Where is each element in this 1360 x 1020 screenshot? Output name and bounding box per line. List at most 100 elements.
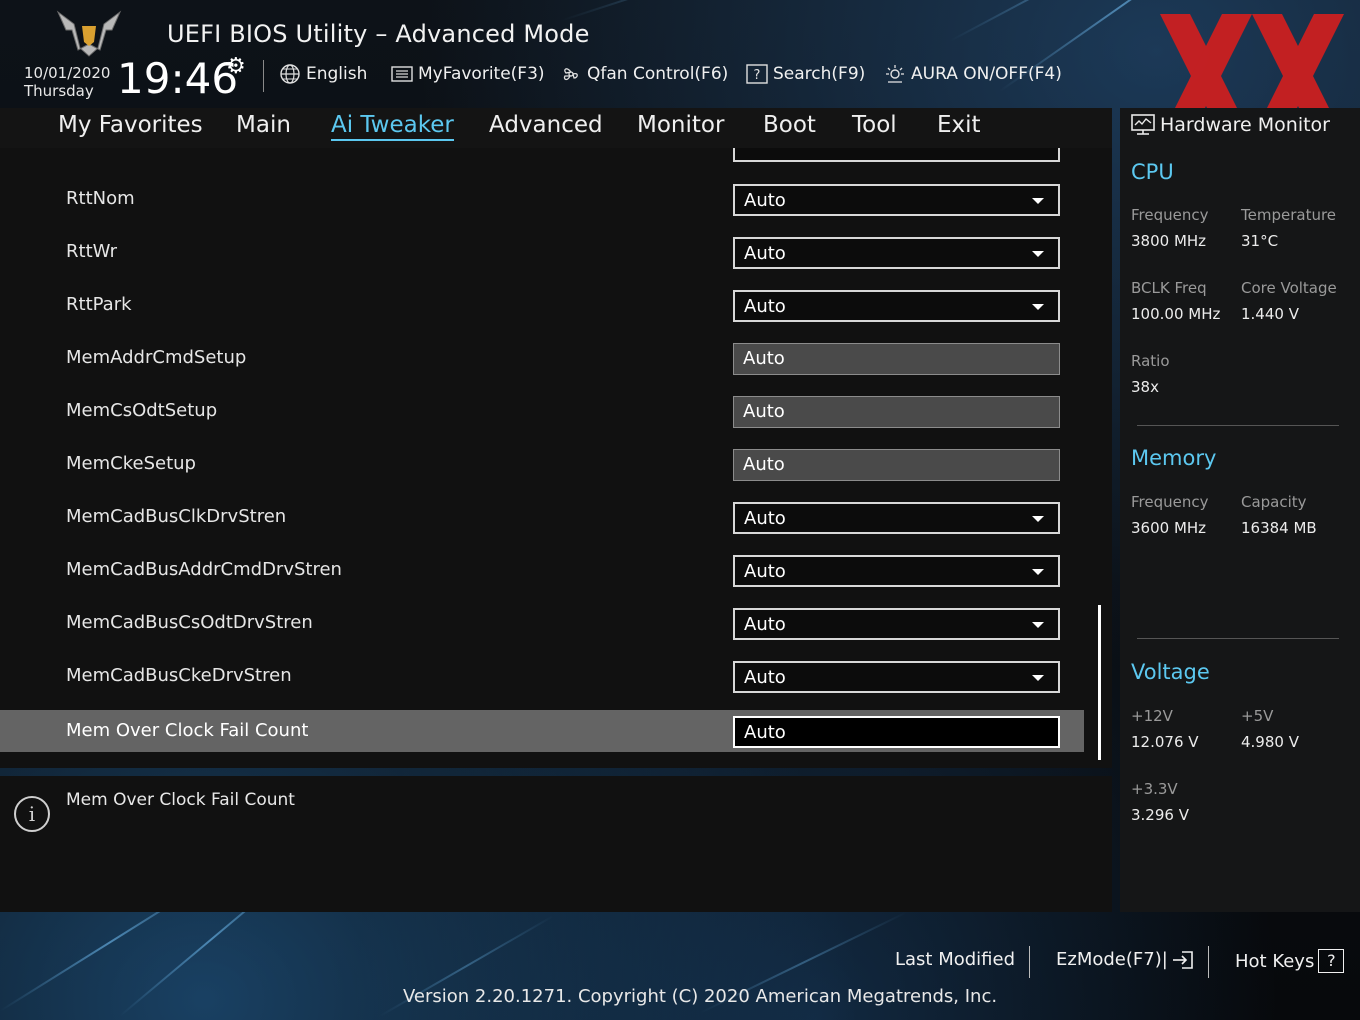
tab-exit[interactable]: Exit xyxy=(937,112,981,138)
day-text: Thursday xyxy=(24,82,94,100)
setting-row-memaddrcmdsetup[interactable]: MemAddrCmdSetup Auto xyxy=(0,337,1084,379)
v33-value: 3.296 V xyxy=(1131,806,1189,824)
v33-label: +3.3V xyxy=(1131,780,1178,798)
hotkeys-button[interactable]: Hot Keys ? xyxy=(1235,949,1345,973)
dropdown-rttwr[interactable]: Auto xyxy=(733,237,1060,269)
tab-my-favorites[interactable]: My Favorites xyxy=(58,112,203,138)
cpu-temperature-value: 31°C xyxy=(1241,232,1279,250)
dropdown-memcadbusclkdrvstren[interactable]: Auto xyxy=(733,502,1060,534)
setting-row-memcadbusaddrcmddrvstren[interactable]: MemCadBusAddrCmdDrvStren Auto xyxy=(0,549,1084,591)
language-label: English xyxy=(306,64,368,84)
qfan-button[interactable]: Qfan Control(F6) xyxy=(560,64,728,84)
myfavorite-button[interactable]: MyFavorite(F3) xyxy=(391,64,545,84)
scrollbar[interactable] xyxy=(1098,605,1101,760)
setting-label: MemAddrCmdSetup xyxy=(66,347,247,368)
divider xyxy=(1137,638,1339,639)
memory-capacity-label: Capacity xyxy=(1241,493,1307,511)
input-memckesetup[interactable]: Auto xyxy=(733,449,1060,481)
tab-monitor[interactable]: Monitor xyxy=(637,112,724,138)
version-text: Version 2.20.1271. Copyright (C) 2020 Am… xyxy=(403,986,998,1007)
cpu-frequency-label: Frequency xyxy=(1131,206,1209,224)
fan-icon xyxy=(563,68,578,81)
last-modified-label: Last Modified xyxy=(895,949,1016,970)
dropdown-value: Auto xyxy=(744,614,786,635)
footer-divider xyxy=(1029,946,1030,978)
dropdown-value: Auto xyxy=(744,561,786,582)
chevron-down-icon xyxy=(1032,675,1044,681)
input-value: Auto xyxy=(743,401,785,422)
tab-tool[interactable]: Tool xyxy=(852,112,897,138)
setting-label: Mem Over Clock Fail Count xyxy=(66,720,309,741)
myfavorite-label: MyFavorite(F3) xyxy=(418,64,545,84)
header-divider xyxy=(263,60,264,92)
setting-label: RttPark xyxy=(66,294,132,315)
dropdown-memcadbusaddrcmddrvstren[interactable]: Auto xyxy=(733,555,1060,587)
input-mem-over-clock-fail-count[interactable]: Auto xyxy=(733,716,1060,748)
v5-label: +5V xyxy=(1241,707,1274,725)
question-box-icon: ? xyxy=(746,64,768,84)
globe-icon xyxy=(280,64,300,84)
page-title: UEFI BIOS Utility – Advanced Mode xyxy=(167,20,590,48)
language-button[interactable]: English xyxy=(279,64,367,84)
dropdown-rttpark[interactable]: Auto xyxy=(733,290,1060,322)
tuf-gaming-logo xyxy=(56,10,122,57)
ratio-label: Ratio xyxy=(1131,352,1170,370)
bclk-label: BCLK Freq xyxy=(1131,279,1207,297)
tab-boot[interactable]: Boot xyxy=(763,112,816,138)
tab-main[interactable]: Main xyxy=(236,112,291,138)
cpu-frequency-value: 3800 MHz xyxy=(1131,232,1207,250)
dropdown-value: Auto xyxy=(744,667,786,688)
qfan-label: Qfan Control(F6) xyxy=(587,64,729,84)
help-panel: i Mem Over Clock Fail Count xyxy=(0,776,1112,912)
chevron-down-icon xyxy=(1032,304,1044,310)
footer-divider xyxy=(1208,946,1209,978)
info-icon: i xyxy=(14,796,50,832)
setting-row-memckesetup[interactable]: MemCkeSetup Auto xyxy=(0,443,1084,485)
setting-row-memcadbuscsodtdrvstren[interactable]: MemCadBusCsOdtDrvStren Auto xyxy=(0,602,1084,644)
setting-row-rttpark[interactable]: RttPark Auto xyxy=(0,284,1084,326)
chevron-down-icon xyxy=(1032,622,1044,628)
setting-label: MemCadBusCkeDrvStren xyxy=(66,665,292,686)
setting-row-memcadbusclkdrvstren[interactable]: MemCadBusClkDrvStren Auto xyxy=(0,496,1084,538)
voltage-heading: Voltage xyxy=(1131,660,1210,684)
setting-row-memcsodtsetup[interactable]: MemCsOdtSetup Auto xyxy=(0,390,1084,432)
gear-icon[interactable]: ⚙ xyxy=(226,54,246,79)
dropdown-memcadbuscekedrvstren[interactable]: Auto xyxy=(733,661,1060,693)
tab-ai-tweaker[interactable]: Ai Tweaker xyxy=(331,112,454,141)
input-memcsodtsetup[interactable]: Auto xyxy=(733,396,1060,428)
search-label: Search(F9) xyxy=(773,64,866,84)
bclk-value: 100.00 MHz xyxy=(1131,305,1221,323)
partial-dropdown-above[interactable] xyxy=(733,148,1060,162)
setting-row-memcadbuscekedrvstren[interactable]: MemCadBusCkeDrvStren Auto xyxy=(0,655,1084,697)
exit-icon xyxy=(1172,950,1193,969)
cpu-heading: CPU xyxy=(1131,160,1174,184)
dropdown-memcadbuscsodtdrvstren[interactable]: Auto xyxy=(733,608,1060,640)
setting-row-mem-over-clock-fail-count[interactable]: Mem Over Clock Fail Count Auto xyxy=(0,710,1084,752)
header: UEFI BIOS Utility – Advanced Mode 10/01/… xyxy=(0,0,1360,138)
footer: Last Modified EzMode(F7)| Hot Keys ? Ver… xyxy=(0,912,1360,1020)
ezmode-button[interactable]: EzMode(F7)| xyxy=(1056,949,1194,970)
settings-panel: RttNom Auto RttWr Auto RttPark Auto MemA… xyxy=(0,148,1112,768)
tab-advanced[interactable]: Advanced xyxy=(489,112,603,138)
clock: 19:46 xyxy=(117,54,239,103)
setting-row-rttnom[interactable]: RttNom Auto xyxy=(0,178,1084,220)
dropdown-value: Auto xyxy=(744,190,786,211)
last-modified-button[interactable]: Last Modified xyxy=(895,949,1015,970)
hardware-monitor-panel: Hardware Monitor CPU Frequency Temperatu… xyxy=(1120,108,1360,912)
memory-frequency-label: Frequency xyxy=(1131,493,1209,511)
search-button[interactable]: ? Search(F9) xyxy=(746,64,865,84)
v12-value: 12.076 V xyxy=(1131,733,1199,751)
cpu-temperature-label: Temperature xyxy=(1241,206,1337,224)
aura-button[interactable]: AURA ON/OFF(F4) xyxy=(884,64,1062,84)
date-display: 10/01/2020 Thursday xyxy=(24,64,110,100)
list-icon xyxy=(391,66,413,82)
dropdown-rttnom[interactable]: Auto xyxy=(733,184,1060,216)
v12-label: +12V xyxy=(1131,707,1173,725)
chevron-down-icon xyxy=(1032,251,1044,257)
setting-label: RttNom xyxy=(66,188,135,209)
setting-row-rttwr[interactable]: RttWr Auto xyxy=(0,231,1084,273)
chevron-down-icon xyxy=(1032,516,1044,522)
dropdown-value: Auto xyxy=(744,296,786,317)
setting-label: MemCsOdtSetup xyxy=(66,400,218,421)
input-memaddrcmdsetup[interactable]: Auto xyxy=(733,343,1060,375)
